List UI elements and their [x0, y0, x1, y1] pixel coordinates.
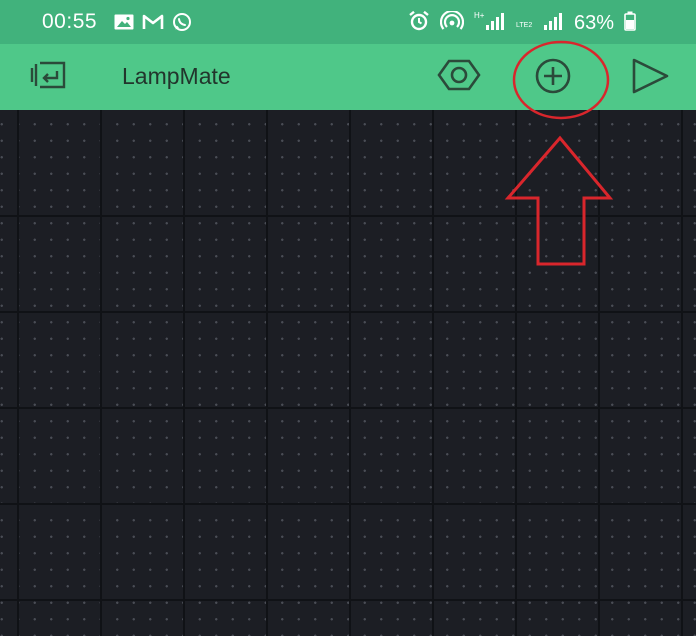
network-label-h-plus: H+ — [474, 11, 485, 20]
app-bar: LampMate — [0, 44, 696, 110]
project-settings-button[interactable] — [436, 58, 482, 96]
play-button[interactable] — [628, 58, 672, 98]
play-icon — [630, 57, 670, 100]
network-label-lte2: LTE2 — [516, 22, 532, 29]
whatsapp-icon — [172, 12, 192, 37]
alarm-icon — [408, 10, 430, 37]
add-widget-button[interactable] — [532, 58, 574, 98]
status-bar: 00:55 H+ LTE2 63% — [0, 0, 696, 44]
status-icons-right: H+ LTE2 63% — [408, 9, 636, 37]
app-title: LampMate — [122, 63, 231, 89]
back-to-projects-button[interactable] — [26, 59, 72, 95]
status-icons-left — [114, 12, 192, 37]
back-to-projects-icon — [27, 58, 71, 97]
signal-h-plus-icon: H+ — [474, 10, 506, 37]
hotspot-icon — [439, 9, 465, 36]
settings-hexagon-icon — [437, 57, 481, 98]
add-widget-icon — [533, 56, 573, 101]
gmail-icon — [142, 14, 164, 35]
status-time: 00:55 — [42, 10, 98, 33]
battery-icon — [624, 11, 636, 36]
battery-percentage: 63% — [574, 12, 615, 34]
gallery-icon — [114, 14, 134, 35]
signal-volte-icon: LTE2 — [516, 10, 564, 37]
canvas-grid-lines — [0, 110, 696, 636]
